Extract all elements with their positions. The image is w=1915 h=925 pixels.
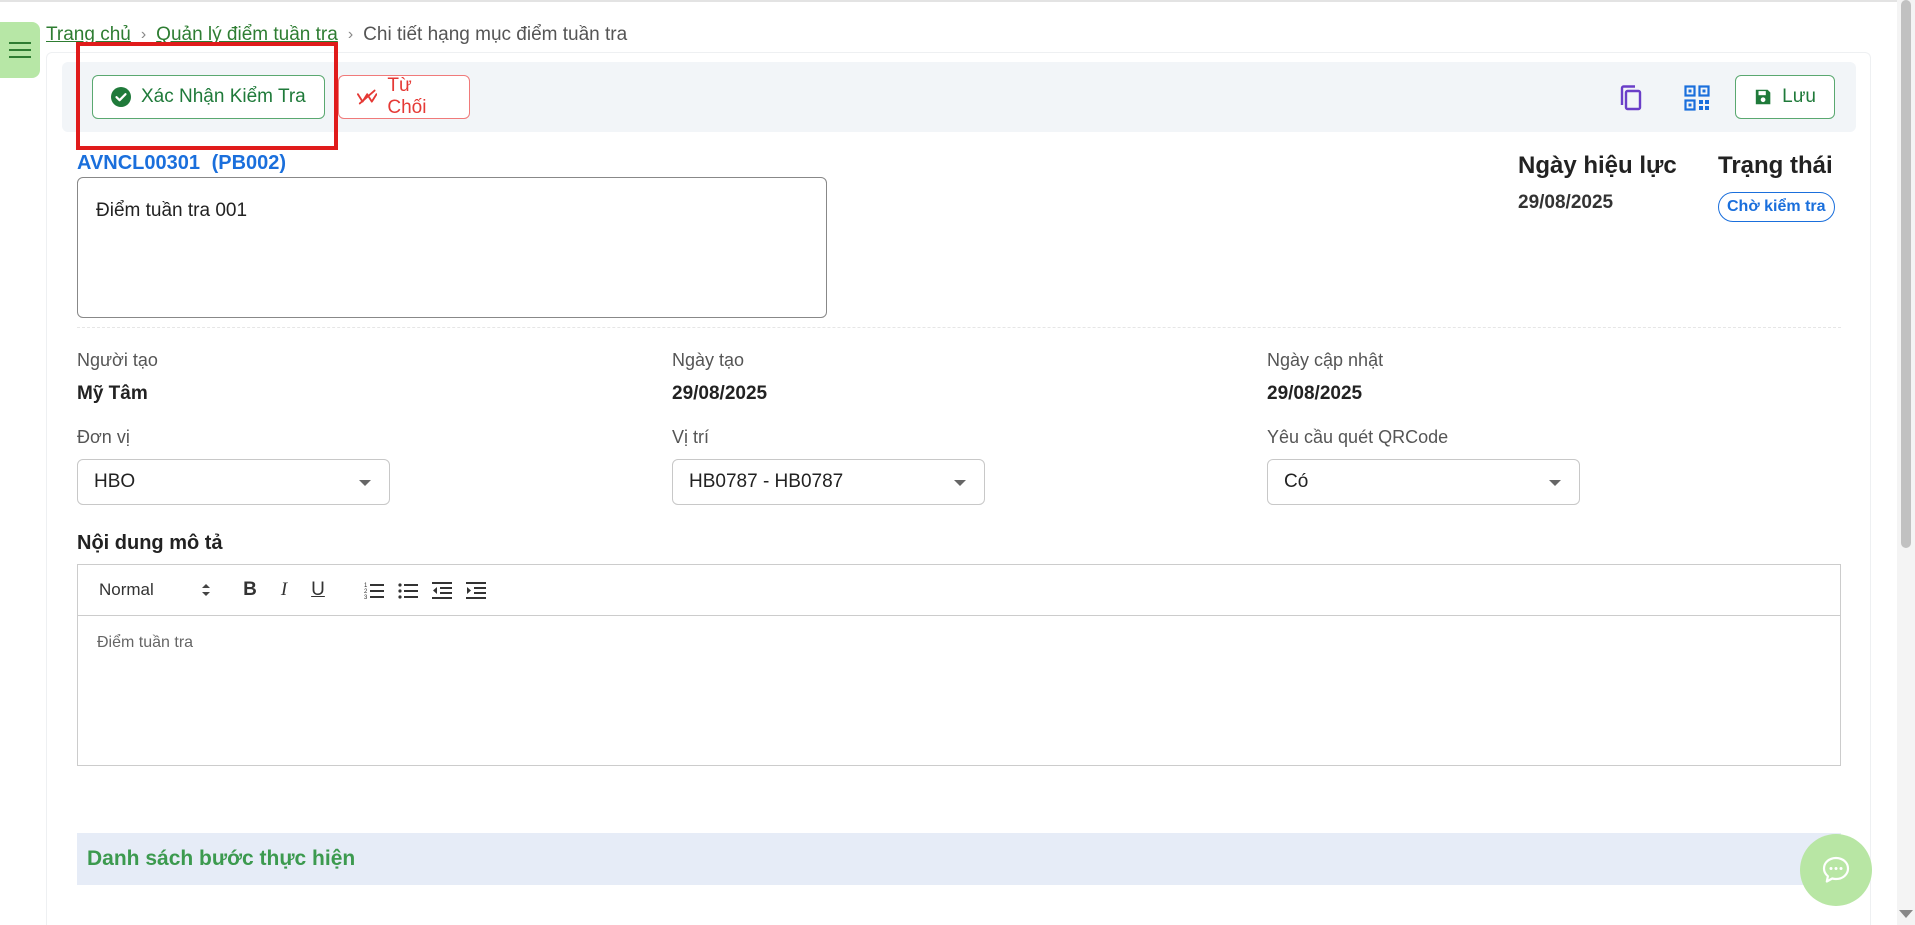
sort-arrows-icon	[202, 584, 210, 596]
format-value: Normal	[99, 580, 154, 599]
created-date-value: 29/08/2025	[672, 383, 768, 404]
status-badge: Chờ kiểm tra	[1718, 192, 1835, 222]
updated-date-label: Ngày cập nhật	[1267, 350, 1384, 370]
status-label: Trạng thái	[1718, 152, 1833, 179]
record-code-value: AVNCL00301	[77, 152, 201, 174]
editor-content[interactable]: Điểm tuần tra	[78, 616, 1840, 670]
outdent-button[interactable]	[425, 576, 459, 604]
updated-date-value: 29/08/2025	[1267, 383, 1363, 404]
top-border	[0, 0, 1915, 2]
effective-date-value: 29/08/2025	[1518, 192, 1614, 213]
ordered-list-button[interactable]: 1 2 3	[357, 576, 391, 604]
title-textarea[interactable]: Điểm tuần tra 001	[77, 177, 827, 318]
bullet-list-icon	[398, 583, 418, 599]
action-toolbar	[62, 62, 1856, 132]
scrollbar-thumb[interactable]	[1901, 0, 1911, 548]
bold-button[interactable]: B	[233, 576, 267, 604]
menu-toggle-button[interactable]	[0, 22, 40, 78]
divider	[77, 327, 1841, 328]
italic-button[interactable]: I	[267, 576, 301, 604]
location-value: HB0787 - HB0787	[689, 471, 844, 492]
title-value: Điểm tuần tra 001	[96, 200, 248, 221]
editor-text: Điểm tuần tra	[97, 634, 194, 651]
creator-value: Mỹ Tâm	[77, 383, 148, 404]
caret-down-icon	[954, 480, 966, 486]
created-date-label: Ngày tạo	[672, 350, 745, 370]
steps-section-title: Danh sách bước thực hiện	[87, 847, 356, 870]
record-sub-code: (PB002)	[211, 152, 287, 174]
chevron-right-icon: ›	[140, 26, 147, 43]
reject-icon	[357, 89, 378, 105]
scroll-down-arrow-icon[interactable]	[1899, 910, 1913, 918]
editor-toolbar: Normal B I U 1 2 3	[78, 565, 1840, 616]
breadcrumb-home[interactable]: Trang chủ	[46, 24, 131, 46]
underline-button[interactable]: U	[301, 576, 335, 604]
caret-down-icon	[359, 480, 371, 486]
location-label: Vị trí	[672, 427, 710, 447]
save-icon	[1755, 89, 1771, 105]
hamburger-icon	[9, 42, 31, 58]
qr-required-value: Có	[1284, 471, 1309, 492]
qr-code-button[interactable]	[1677, 78, 1717, 118]
chevron-right-icon: ›	[347, 26, 354, 43]
breadcrumb-current: Chi tiết hạng mục điểm tuần tra	[363, 24, 628, 45]
copy-icon	[1620, 85, 1642, 111]
reject-button[interactable]: Từ Chối	[338, 75, 470, 119]
confirm-inspection-button[interactable]: Xác Nhận Kiểm Tra	[92, 75, 325, 119]
indent-icon	[466, 582, 486, 599]
caret-down-icon	[1549, 480, 1561, 486]
reject-label: Từ Chối	[387, 75, 427, 118]
save-label: Lưu	[1782, 86, 1816, 107]
steps-section-header: Danh sách bước thực hiện	[77, 833, 1841, 885]
check-circle-icon	[111, 87, 131, 107]
breadcrumb-parent[interactable]: Quản lý điểm tuần tra	[156, 24, 338, 46]
qr-required-label: Yêu cầu quét QRCode	[1267, 427, 1449, 447]
format-select[interactable]: Normal	[99, 580, 211, 600]
rich-text-editor: Normal B I U 1 2 3 Điểm tuần tra	[77, 564, 1841, 766]
creator-label: Người tạo	[77, 350, 158, 370]
svg-text:3: 3	[364, 595, 368, 599]
chat-bubble-icon	[1822, 856, 1850, 883]
bullet-list-button[interactable]	[391, 576, 425, 604]
save-button[interactable]: Lưu	[1735, 75, 1835, 119]
qr-required-select[interactable]: Có	[1267, 459, 1580, 505]
effective-date-label: Ngày hiệu lực	[1518, 152, 1677, 179]
unit-select[interactable]: HBO	[77, 459, 390, 505]
qr-code-icon	[1684, 85, 1710, 111]
unit-label: Đơn vị	[77, 427, 130, 447]
unit-value: HBO	[94, 471, 136, 492]
outdent-icon	[432, 582, 452, 599]
copy-button[interactable]	[1611, 78, 1651, 118]
indent-button[interactable]	[459, 576, 493, 604]
record-code: AVNCL00301 (PB002)	[77, 152, 286, 175]
location-select[interactable]: HB0787 - HB0787	[672, 459, 985, 505]
description-section-title: Nội dung mô tả	[77, 532, 223, 554]
chat-button[interactable]	[1800, 834, 1872, 906]
confirm-label: Xác Nhận Kiểm Tra	[141, 86, 306, 107]
breadcrumb: Trang chủ › Quản lý điểm tuần tra › Chi …	[46, 22, 627, 48]
ordered-list-icon: 1 2 3	[364, 583, 384, 599]
